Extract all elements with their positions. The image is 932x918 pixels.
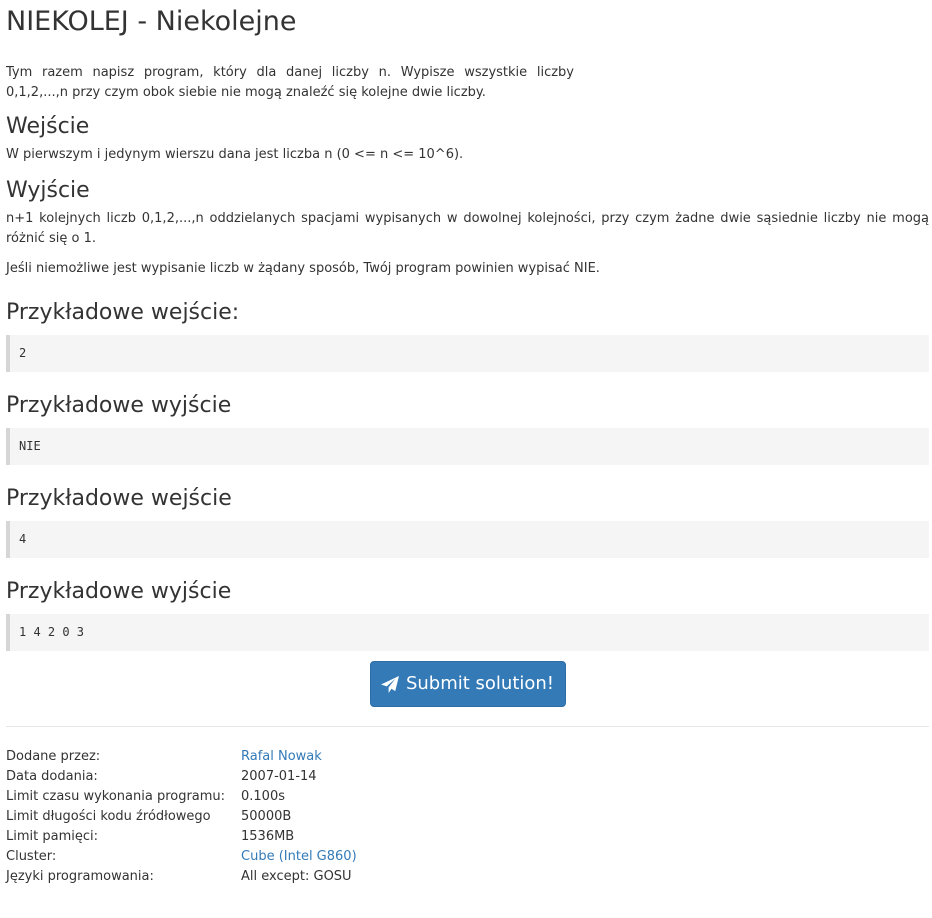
statement-line-1: Tym razem napisz program, który dla dane… xyxy=(6,65,574,80)
info-row: Limit czasu wykonania programu: 0.100s xyxy=(6,787,357,807)
info-row: Języki programowania: All except: GOSU xyxy=(6,867,357,887)
date-label: Data dodania: xyxy=(6,769,98,784)
example-box: NIE xyxy=(6,428,929,465)
input-heading: Wejście xyxy=(6,114,90,139)
memory-limit-value: 1536MB xyxy=(241,829,295,844)
example-box: 2 xyxy=(6,335,929,372)
problem-page: NIEKOLEJ - Niekolejne Tym razem napisz p… xyxy=(0,0,932,887)
example-heading: Przykładowe wejście: xyxy=(6,300,240,325)
divider xyxy=(6,726,929,727)
time-limit-value: 0.100s xyxy=(241,789,285,804)
memory-limit-label: Limit pamięci: xyxy=(6,829,98,844)
info-row: Dodane przez: Rafal Nowak xyxy=(6,747,357,767)
languages-label: Języki programowania: xyxy=(6,869,154,884)
languages-value: All except: GOSU xyxy=(241,869,352,884)
submit-row: Submit solution! xyxy=(6,661,929,707)
info-row: Cluster: Cube (Intel G860) xyxy=(6,847,357,867)
problem-title: NIEKOLEJ - Niekolejne xyxy=(6,6,297,37)
example-box: 1 4 2 0 3 xyxy=(6,614,929,651)
cluster-link[interactable]: Cube (Intel G860) xyxy=(241,849,357,864)
example-heading: Przykładowe wejście xyxy=(6,486,232,511)
example-heading: Przykładowe wyjście xyxy=(6,579,232,604)
example-box: 4 xyxy=(6,521,929,558)
source-limit-label: Limit długości kodu źródłowego xyxy=(6,809,211,824)
date-value: 2007-01-14 xyxy=(241,769,317,784)
output-description: n+1 kolejnych liczb 0,1,2,...,n oddziela… xyxy=(6,211,929,246)
statement-line-2: 0,1,2,...,n przy czym obok siebie nie mo… xyxy=(6,85,486,100)
input-description: W pierwszym i jedynym wierszu dana jest … xyxy=(6,147,464,162)
info-row: Data dodania: 2007-01-14 xyxy=(6,767,357,787)
submit-label: Submit solution! xyxy=(405,673,555,694)
paper-plane-icon xyxy=(381,675,406,693)
problem-statement: Tym razem napisz program, który dla dane… xyxy=(6,63,574,103)
info-row: Limit pamięci: 1536MB xyxy=(6,827,357,847)
author-link[interactable]: Rafal Nowak xyxy=(241,749,322,764)
info-row: Limit długości kodu źródłowego 50000B xyxy=(6,807,357,827)
submit-solution-button[interactable]: Submit solution! xyxy=(369,661,566,707)
source-limit-value: 50000B xyxy=(241,809,292,824)
example-heading: Przykładowe wyjście xyxy=(6,393,232,418)
output-note: Jeśli niemożliwe jest wypisanie liczb w … xyxy=(6,261,600,276)
problem-info-table: Dodane przez: Rafal Nowak Data dodania: … xyxy=(6,747,357,887)
time-limit-label: Limit czasu wykonania programu: xyxy=(6,789,226,804)
added-by-label: Dodane przez: xyxy=(6,749,101,764)
cluster-label: Cluster: xyxy=(6,849,57,864)
output-heading: Wyjście xyxy=(6,178,90,203)
